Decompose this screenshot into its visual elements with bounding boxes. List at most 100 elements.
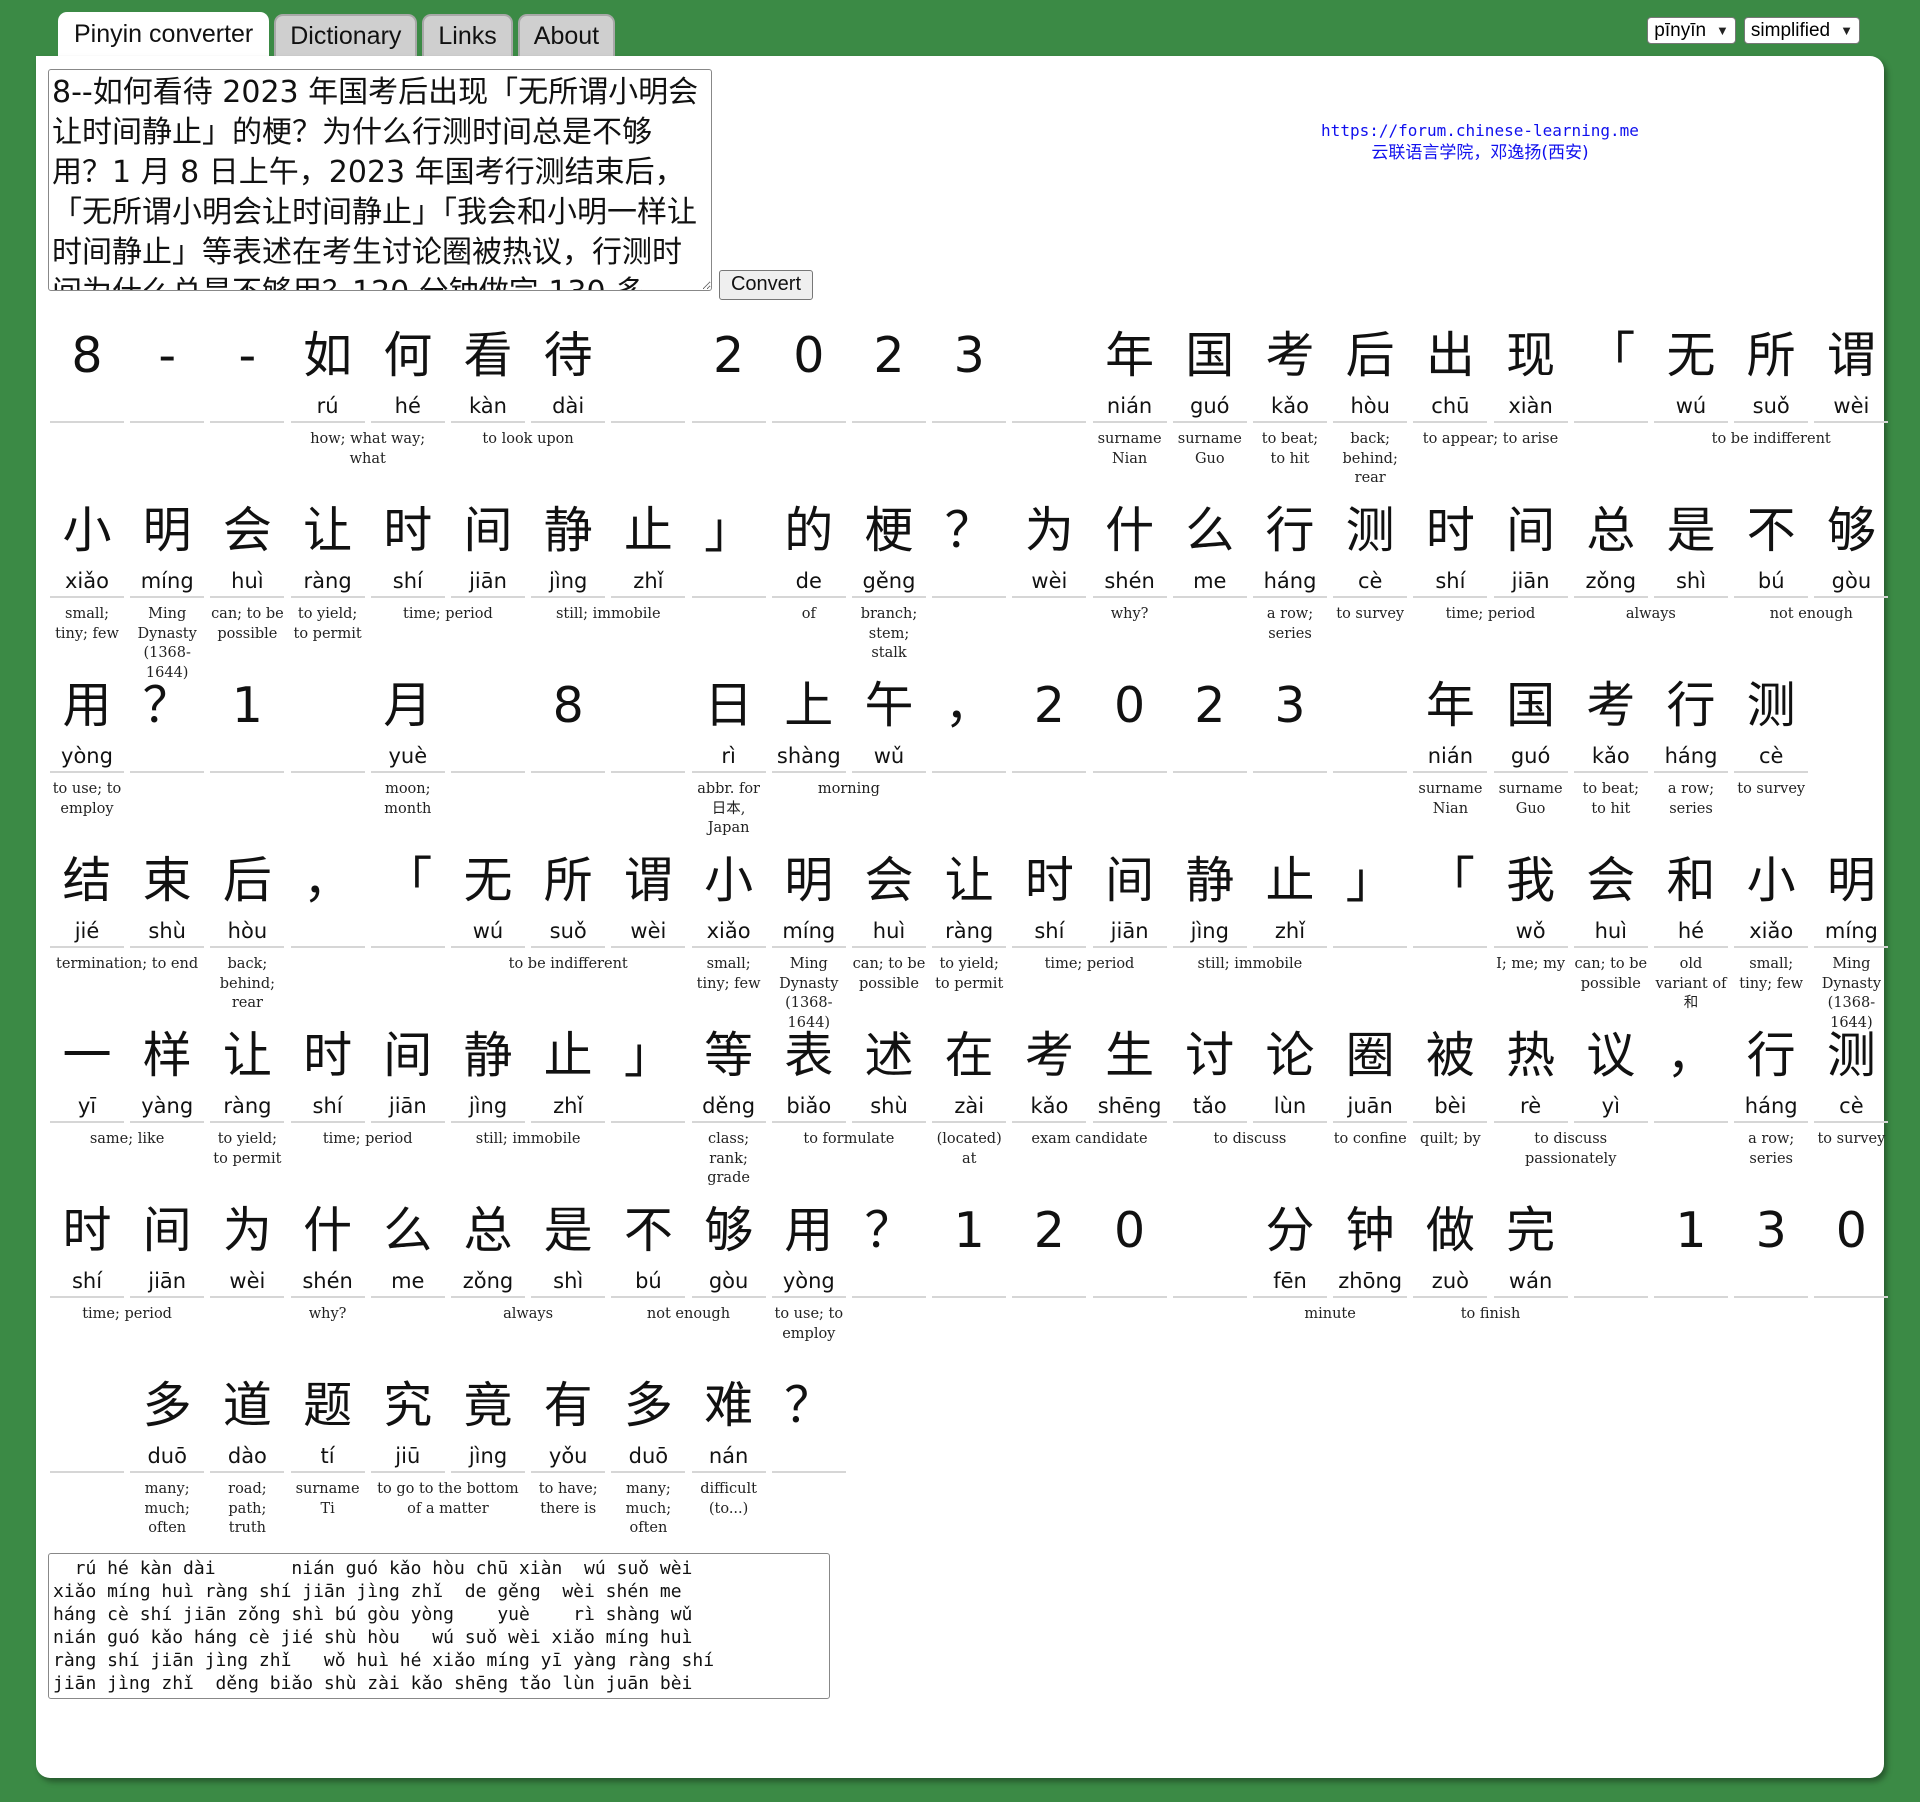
char-cell[interactable]: -	[210, 321, 285, 423]
char-cell[interactable]: 会 huì	[1573, 846, 1648, 948]
char-cell[interactable]: 无 wú	[1654, 321, 1728, 423]
char-cell[interactable]: 被 bèi	[1413, 1021, 1488, 1123]
char-cell[interactable]: 是 shì	[1654, 496, 1728, 598]
char-cell[interactable]: 有 yǒu	[531, 1371, 606, 1473]
char-cell[interactable]	[1333, 671, 1408, 773]
char-cell[interactable]: ，	[290, 846, 365, 948]
char-cell[interactable]: 1	[210, 671, 285, 773]
char-cell[interactable]: 让 ràng	[210, 1021, 285, 1123]
char-cell[interactable]: 1	[932, 1196, 1007, 1298]
char-cell[interactable]: 静 jìng	[451, 1021, 525, 1123]
char-cell[interactable]: ？	[771, 1371, 846, 1473]
char-cell[interactable]: 「	[1413, 846, 1488, 948]
char-cell[interactable]: 间 jiān	[1493, 496, 1568, 598]
char-cell[interactable]: 静 jìng	[531, 496, 606, 598]
char-cell[interactable]: 后 hòu	[210, 846, 285, 948]
char-cell[interactable]: 看 kàn	[451, 321, 525, 423]
char-cell[interactable]	[1573, 1196, 1648, 1298]
chinese-input[interactable]: 8--如何看待 2023 年国考后出现「无所谓小明会让时间静止」的梗？为什么行测…	[48, 69, 712, 291]
char-cell[interactable]: 所 suǒ	[531, 846, 606, 948]
char-cell[interactable]: 谓 wèi	[1814, 321, 1889, 423]
char-cell[interactable]: 让 ràng	[290, 496, 365, 598]
char-cell[interactable]: -	[130, 321, 205, 423]
char-cell[interactable]: 止 zhǐ	[611, 496, 686, 598]
convert-button[interactable]: Convert	[719, 270, 813, 300]
char-cell[interactable]: 测 cè	[1734, 671, 1809, 773]
tab-pinyin-converter[interactable]: Pinyin converter	[58, 12, 270, 57]
char-cell[interactable]: 做 zuò	[1413, 1196, 1488, 1298]
char-cell[interactable]: 行 háng	[1734, 1021, 1809, 1123]
char-cell[interactable]: 」	[1333, 846, 1408, 948]
char-cell[interactable]: 3	[1253, 671, 1327, 773]
char-cell[interactable]: 述 shù	[852, 1021, 926, 1123]
char-cell[interactable]: 日 rì	[691, 671, 766, 773]
char-cell[interactable]: 会 huì	[210, 496, 285, 598]
char-cell[interactable]	[1012, 321, 1087, 423]
char-cell[interactable]: 为 wèi	[210, 1196, 285, 1298]
char-cell[interactable]	[611, 671, 686, 773]
tab-dictionary[interactable]: Dictionary	[274, 14, 418, 57]
char-cell[interactable]: 考 kǎo	[1253, 321, 1327, 423]
char-cell[interactable]: 现 xiàn	[1493, 321, 1568, 423]
char-cell[interactable]: 小 xiǎo	[50, 496, 124, 598]
char-cell[interactable]: 8	[50, 321, 124, 423]
char-cell[interactable]: 2	[852, 321, 926, 423]
char-cell[interactable]: 2	[1012, 671, 1087, 773]
char-cell[interactable]: 3	[1734, 1196, 1809, 1298]
char-cell[interactable]: 间 jiān	[1092, 846, 1167, 948]
tab-about[interactable]: About	[517, 14, 616, 57]
char-cell[interactable]: 出 chū	[1413, 321, 1488, 423]
char-cell[interactable]: 行 háng	[1253, 496, 1327, 598]
char-cell[interactable]: 不 bú	[1734, 496, 1809, 598]
char-cell[interactable]: 考 kǎo	[1012, 1021, 1087, 1123]
char-cell[interactable]: 2	[691, 321, 766, 423]
char-cell[interactable]: 用 yòng	[771, 1196, 846, 1298]
char-cell[interactable]: 明 míng	[130, 496, 205, 598]
char-cell[interactable]: 我 wǒ	[1493, 846, 1568, 948]
char-cell[interactable]	[611, 321, 686, 423]
char-cell[interactable]: 什 shén	[1092, 496, 1167, 598]
char-cell[interactable]: 0	[771, 321, 846, 423]
script-select[interactable]: simplified ▼	[1743, 17, 1860, 44]
char-cell[interactable]: 的 de	[771, 496, 846, 598]
char-cell[interactable]: 多 duō	[130, 1371, 205, 1473]
pinyin-output[interactable]: rú hé kàn dài nián guó kǎo hòu chū xiàn …	[48, 1553, 830, 1699]
char-cell[interactable]: ？	[130, 671, 205, 773]
char-cell[interactable]: 待 dài	[531, 321, 606, 423]
char-cell[interactable]: 时 shí	[290, 1021, 365, 1123]
char-cell[interactable]: 什 shén	[290, 1196, 365, 1298]
char-cell[interactable]: 热 rè	[1493, 1021, 1568, 1123]
char-cell[interactable]: 讨 tǎo	[1172, 1021, 1247, 1123]
char-cell[interactable]: 静 jìng	[1172, 846, 1247, 948]
char-cell[interactable]: 测 cè	[1333, 496, 1408, 598]
char-cell[interactable]: 和 hé	[1654, 846, 1728, 948]
char-cell[interactable]: 总 zǒng	[1573, 496, 1648, 598]
char-cell[interactable]: 3	[932, 321, 1007, 423]
char-cell[interactable]: 议 yì	[1573, 1021, 1648, 1123]
char-cell[interactable]: 论 lùn	[1253, 1021, 1327, 1123]
char-cell[interactable]	[290, 671, 365, 773]
char-cell[interactable]: 间 jiān	[130, 1196, 205, 1298]
char-cell[interactable]: 止 zhǐ	[1253, 846, 1327, 948]
char-cell[interactable]: 0	[1092, 671, 1167, 773]
char-cell[interactable]: 么 me	[370, 1196, 445, 1298]
char-cell[interactable]: 样 yàng	[130, 1021, 205, 1123]
char-cell[interactable]: 「	[370, 846, 445, 948]
char-cell[interactable]: 年 nián	[1092, 321, 1167, 423]
char-cell[interactable]: 1	[1654, 1196, 1728, 1298]
char-cell[interactable]: 考 kǎo	[1573, 671, 1648, 773]
char-cell[interactable]: 2	[1172, 671, 1247, 773]
char-cell[interactable]: 国 guó	[1172, 321, 1247, 423]
forum-link[interactable]: https://forum.chinese-learning.me	[1300, 120, 1660, 142]
char-cell[interactable]: 够 gòu	[691, 1196, 766, 1298]
pinyin-mode-select[interactable]: pīnyīn ▼	[1647, 17, 1736, 44]
char-cell[interactable]: 钟 zhōng	[1333, 1196, 1408, 1298]
char-cell[interactable]: 总 zǒng	[451, 1196, 525, 1298]
char-cell[interactable]: 明 míng	[1814, 846, 1889, 948]
char-cell[interactable]: 如 rú	[290, 321, 365, 423]
char-cell[interactable]: 不 bú	[611, 1196, 686, 1298]
char-cell[interactable]: 表 biǎo	[771, 1021, 846, 1123]
char-cell[interactable]: 生 shēng	[1092, 1021, 1167, 1123]
char-cell[interactable]: 行 háng	[1654, 671, 1728, 773]
char-cell[interactable]: 后 hòu	[1333, 321, 1408, 423]
